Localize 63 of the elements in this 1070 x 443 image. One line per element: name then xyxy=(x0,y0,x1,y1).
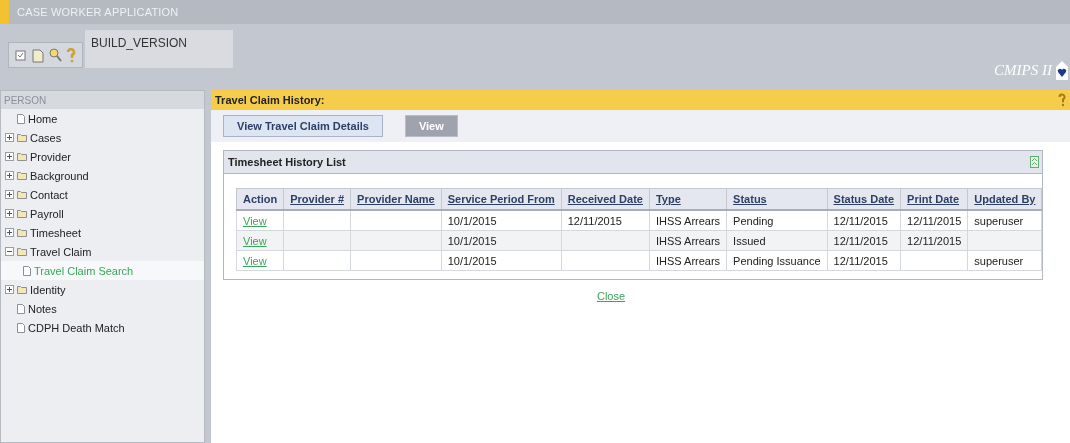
tree-item[interactable]: Contact xyxy=(30,188,68,201)
column-header[interactable]: Provider # xyxy=(283,188,351,210)
table-cell: Pending Issuance xyxy=(733,254,821,267)
expand-icon[interactable] xyxy=(5,133,14,142)
table-cell: superuser xyxy=(974,214,1024,227)
table-cell: 12/11/2015 xyxy=(833,214,888,227)
table-cell: IHSS Arrears xyxy=(655,254,721,267)
sidebar-title: PERSON xyxy=(1,91,204,109)
tree-item[interactable]: Timesheet xyxy=(30,226,81,239)
tree-item[interactable]: Payroll xyxy=(30,207,64,220)
table-cell: 10/1/2015 xyxy=(447,234,497,247)
title-marker xyxy=(0,0,9,24)
page-icon xyxy=(17,322,25,333)
table-cell: 10/1/2015 xyxy=(447,254,497,267)
table-cell: Pending xyxy=(733,214,774,227)
build-version: BUILD_VERSION xyxy=(85,30,233,68)
column-header[interactable]: Updated By xyxy=(967,188,1042,210)
column-header[interactable]: Service Period From xyxy=(441,188,562,210)
collapse-icon[interactable] xyxy=(5,247,14,256)
tree-item[interactable]: Travel Claim xyxy=(30,245,92,258)
table-cell: 12/11/2015 xyxy=(907,234,962,247)
page-icon xyxy=(17,113,25,124)
tree-item[interactable]: Notes xyxy=(28,302,57,315)
page-title: Travel Claim History: xyxy=(215,94,325,106)
column-header: Action xyxy=(236,188,284,210)
tree-item[interactable]: Background xyxy=(30,169,89,182)
folder-icon xyxy=(17,285,27,294)
table-cell: IHSS Arrears xyxy=(655,214,721,227)
expand-icon[interactable] xyxy=(5,171,14,180)
house-heart-icon xyxy=(1056,60,1068,80)
document-icon[interactable] xyxy=(31,47,45,63)
panel-title: Timesheet History List xyxy=(228,156,346,168)
page-icon xyxy=(23,265,31,276)
column-header[interactable]: Status Date xyxy=(827,188,901,210)
table-cell: Issued xyxy=(733,234,766,247)
logo-text: CMIPS II xyxy=(994,61,1052,79)
table-cell: 12/11/2015 xyxy=(833,254,888,267)
app-title: CASE WORKER APPLICATION xyxy=(17,6,179,18)
expand-icon[interactable] xyxy=(5,228,14,237)
expand-icon[interactable] xyxy=(5,190,14,199)
table-cell: 10/1/2015 xyxy=(447,214,497,227)
table-cell: 12/11/2015 xyxy=(567,214,622,227)
tree-item[interactable]: CDPH Death Match xyxy=(28,321,125,334)
column-header[interactable]: Print Date xyxy=(900,188,968,210)
tree-item[interactable]: Provider xyxy=(30,150,71,163)
table-cell: 12/11/2015 xyxy=(833,234,888,247)
tree-item[interactable]: Cases xyxy=(30,131,62,144)
column-header[interactable]: Received Date xyxy=(561,188,650,210)
action-button[interactable]: View Travel Claim Details xyxy=(223,115,383,137)
table-cell: 12/11/2015 xyxy=(907,214,962,227)
expand-icon[interactable] xyxy=(5,209,14,218)
checkbox-icon[interactable] xyxy=(14,47,28,63)
table-cell: superuser xyxy=(974,254,1024,267)
column-header[interactable]: Status xyxy=(726,188,828,210)
search-icon[interactable] xyxy=(48,47,62,63)
column-header[interactable]: Provider Name xyxy=(350,188,442,210)
column-header[interactable]: Type xyxy=(649,188,727,210)
table-cell: IHSS Arrears xyxy=(655,234,721,247)
expand-icon[interactable] xyxy=(5,152,14,161)
page-icon xyxy=(17,303,25,314)
tree-item[interactable]: Identity xyxy=(30,283,66,296)
tree-item[interactable]: Home xyxy=(28,112,58,125)
expand-icon[interactable] xyxy=(5,285,14,294)
